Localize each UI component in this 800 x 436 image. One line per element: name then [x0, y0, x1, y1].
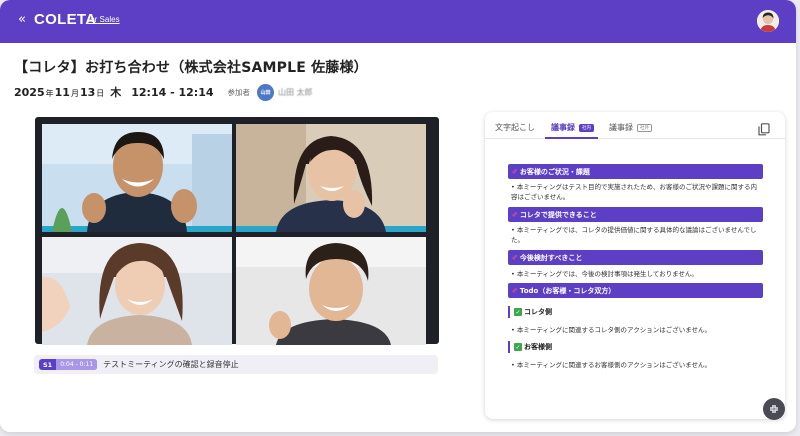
section-title: お客様のご状況・課題 — [519, 167, 590, 176]
minutes-panel: 文字起こし 議事録 社内 議事録 社外 ✐ お客様のご状況・課題 • 本ミーティ — [485, 112, 785, 419]
transcript-segment[interactable]: S1 0:04 - 0:11 テストミーティングの確認と録音停止 — [34, 355, 438, 374]
tab-minutes-internal-label: 議事録 — [551, 123, 575, 132]
meeting-time: 12:14 - 12:14 — [131, 85, 214, 99]
tab-minutes-internal[interactable]: 議事録 社内 — [551, 122, 594, 133]
section-header-customer-status: ✐ お客様のご状況・課題 — [508, 164, 763, 179]
section-bullet: • 本ミーティングでは、今後の検討事項は発生しておりません。 — [511, 270, 698, 278]
section-bullet: • 本ミーティングはテスト目的で実施されたため、お客様のご状況や課題に関する内容… — [511, 183, 758, 201]
todo-coleta-label: コレタ側 — [524, 308, 552, 316]
section-title: Todo（お客様・コレタ双方） — [519, 286, 616, 295]
pin-icon: ✐ — [512, 210, 518, 219]
page-title: 【コレタ】お打ち合わせ（株式会社SAMPLE 佐藤様） — [14, 60, 368, 76]
video-tile-participant-2 — [236, 124, 426, 232]
active-tab-indicator — [545, 137, 598, 139]
todo-coleta-bullet: • 本ミーティングに関連するコレタ側のアクションはございません。 — [511, 326, 711, 334]
todo-coleta-heading: ✓ コレタ側 — [508, 306, 552, 318]
participants-label: 参加者 — [227, 87, 251, 97]
todo-customer-heading: ✓ お客様側 — [508, 341, 552, 353]
tab-transcript[interactable]: 文字起こし — [495, 122, 535, 133]
meeting-weekday: 木 — [110, 86, 122, 99]
month-unit: 月 — [70, 88, 79, 98]
user-avatar[interactable] — [757, 10, 779, 32]
participant-avatar[interactable]: 山田 — [257, 83, 275, 101]
check-icon: ✓ — [514, 308, 522, 316]
todo-customer-label: お客様側 — [524, 343, 552, 351]
app-window: « COLETA for Sales 【コレタ】お打ち合わせ（株式会社SAMPL… — [0, 0, 796, 432]
tab-minutes-external-tag: 社外 — [637, 123, 652, 132]
video-tile-participant-1 — [42, 124, 232, 232]
video-tile-participant-3 — [42, 237, 232, 345]
section-header-next-steps: ✐ 今後検討すべきこと — [508, 250, 763, 265]
video-tile-participant-4 — [236, 237, 426, 345]
tab-minutes-internal-tag: 社内 — [579, 123, 594, 132]
brand-logo: COLETA — [34, 11, 97, 28]
tab-minutes-external[interactable]: 議事録 社外 — [609, 122, 652, 133]
collapse-panel-button[interactable] — [763, 398, 785, 420]
meeting-meta: 2025 年 11 月 13 日 木 12:14 - 12:14 参加者 山田 … — [14, 83, 313, 101]
speaker-id: S1 — [43, 360, 53, 369]
todo-customer-bullet: • 本ミーティングに関連するお客様側のアクションはございません。 — [511, 361, 711, 369]
section-title: コレタで提供できること — [519, 210, 597, 219]
copy-icon[interactable] — [758, 121, 770, 136]
collapse-icon — [770, 405, 778, 413]
top-bar: « COLETA for Sales — [0, 0, 796, 43]
brand-subtitle: for Sales — [88, 15, 120, 24]
section-header-coleta-offer: ✐ コレタで提供できること — [508, 207, 763, 222]
check-icon: ✓ — [514, 343, 522, 351]
pin-icon: ✐ — [512, 253, 518, 262]
segment-text: テストミーティングの確認と録音停止 — [103, 360, 239, 369]
panel-tabs: 文字起こし 議事録 社内 議事録 社外 — [485, 112, 785, 139]
year-unit: 年 — [45, 88, 54, 98]
section-header-todo: ✐ Todo（お客様・コレタ双方） — [508, 283, 763, 298]
day-unit: 日 — [96, 88, 105, 98]
participant-name: 山田 太郎 — [278, 87, 313, 97]
meeting-day: 13 — [79, 85, 96, 99]
meeting-month: 11 — [54, 85, 70, 99]
section-title: 今後検討すべきこと — [519, 253, 583, 262]
pin-icon: ✐ — [512, 286, 518, 295]
tab-minutes-external-label: 議事録 — [609, 123, 633, 132]
speaker-badge: S1 0:04 - 0:11 — [39, 359, 98, 370]
meeting-year: 2025 — [14, 85, 45, 99]
pin-icon: ✐ — [512, 167, 518, 176]
segment-time: 0:04 - 0:11 — [56, 359, 98, 370]
tab-transcript-label: 文字起こし — [495, 123, 535, 132]
chevron-double-left-icon[interactable]: « — [18, 12, 26, 27]
section-bullet: • 本ミーティングでは、コレタの提供価値に関する具体的な議論はございませんでした… — [511, 226, 757, 244]
meeting-video[interactable] — [35, 117, 439, 345]
